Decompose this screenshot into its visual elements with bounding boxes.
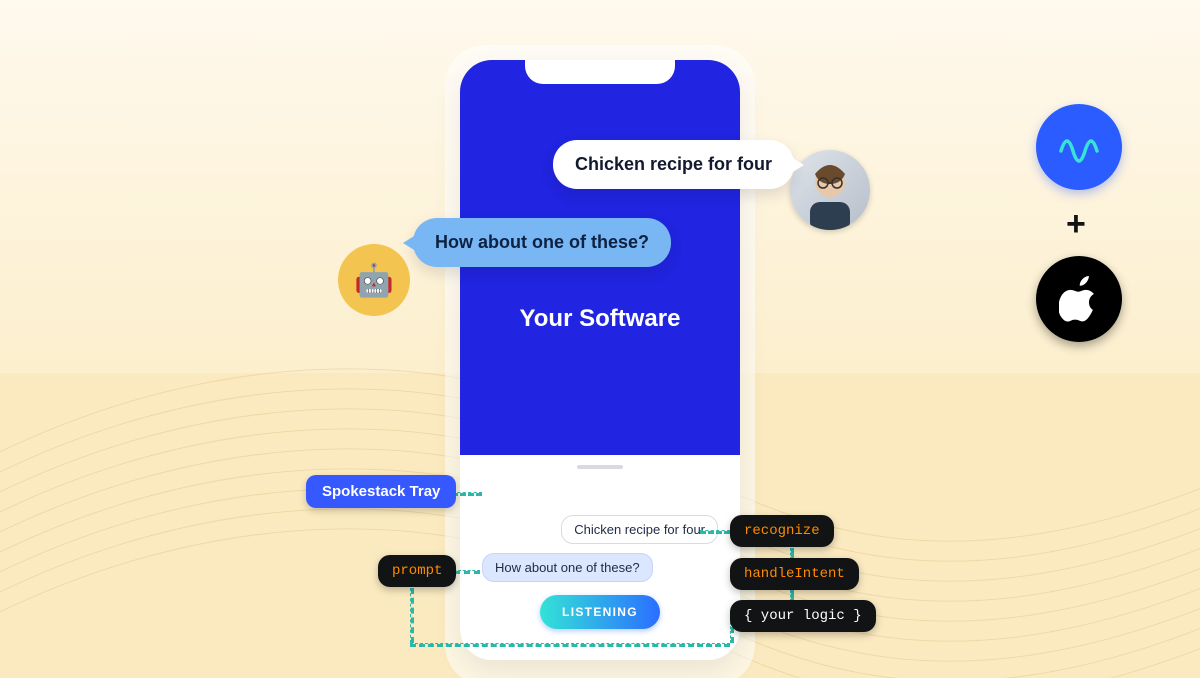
listening-button[interactable]: LISTENING [540, 595, 660, 629]
plus-icon: + [1066, 205, 1086, 244]
apple-logo [1036, 256, 1122, 342]
bot-speech-text: How about one of these? [435, 232, 649, 252]
tray-user-message: Chicken recipe for four [561, 515, 718, 544]
robot-icon: 🤖 [354, 261, 394, 299]
spokestack-wave-icon [1055, 123, 1103, 171]
connector [410, 643, 730, 647]
tray-label: Spokestack Tray [306, 475, 456, 508]
recognize-label: recognize [730, 515, 834, 547]
user-speech-text: Chicken recipe for four [575, 154, 772, 174]
tray-bot-message: How about one of these? [482, 553, 653, 582]
bot-avatar: 🤖 [338, 244, 410, 316]
handle-intent-label: handleIntent [730, 558, 859, 590]
apple-icon [1059, 276, 1099, 322]
app-title: Your Software [460, 305, 740, 333]
spokestack-logo [1036, 104, 1122, 190]
spokestack-tray[interactable]: Chicken recipe for four How about one of… [460, 455, 740, 660]
connector [410, 588, 414, 643]
connector [452, 492, 482, 496]
your-logic-label: { your logic } [730, 600, 876, 632]
connector [700, 530, 730, 534]
prompt-label: prompt [378, 555, 456, 587]
phone-notch [525, 60, 675, 84]
listening-label: LISTENING [562, 605, 638, 619]
tray-drag-handle[interactable] [577, 465, 623, 469]
user-speech-bubble: Chicken recipe for four [553, 140, 794, 189]
bot-speech-bubble: How about one of these? [413, 218, 671, 267]
